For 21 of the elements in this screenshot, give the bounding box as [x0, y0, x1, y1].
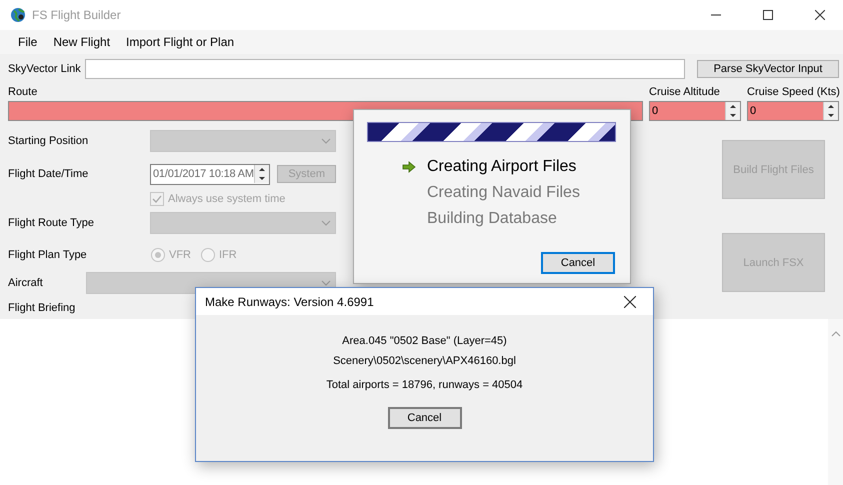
field-label: Flight Route Type	[8, 217, 96, 229]
section-label: Flight Briefing	[8, 302, 76, 314]
dialog-title: Make Runways: Version 4.6991	[205, 294, 375, 308]
field-label: Flight Date/Time	[8, 168, 90, 180]
radio-label: VFR	[169, 249, 191, 261]
field-label: SkyVector Link	[8, 63, 81, 75]
window-title: FS Flight Builder	[32, 8, 122, 22]
status-text: Scenery\0502\scenery\APX46160.bgl	[333, 355, 516, 367]
status-text: Total airports = 18796, runways = 40504	[326, 379, 523, 391]
field-label: Aircraft	[8, 277, 44, 289]
radio-label: IFR	[219, 249, 237, 261]
step-label: Creating Airport Files	[427, 158, 576, 176]
step-label: Creating Navaid Files	[427, 184, 580, 202]
step-label: Building Database	[427, 210, 557, 228]
field-label: Starting Position	[8, 135, 90, 147]
checkbox-label: Always use system time	[168, 193, 286, 205]
field-label: Route	[8, 86, 38, 98]
field-label: Cruise Speed (Kts)	[747, 86, 839, 98]
field-label: Flight Plan Type	[8, 249, 88, 261]
status-text: Area.045 "0502 Base" (Layer=45)	[342, 335, 507, 347]
field-label: Cruise Altitude	[649, 86, 721, 98]
